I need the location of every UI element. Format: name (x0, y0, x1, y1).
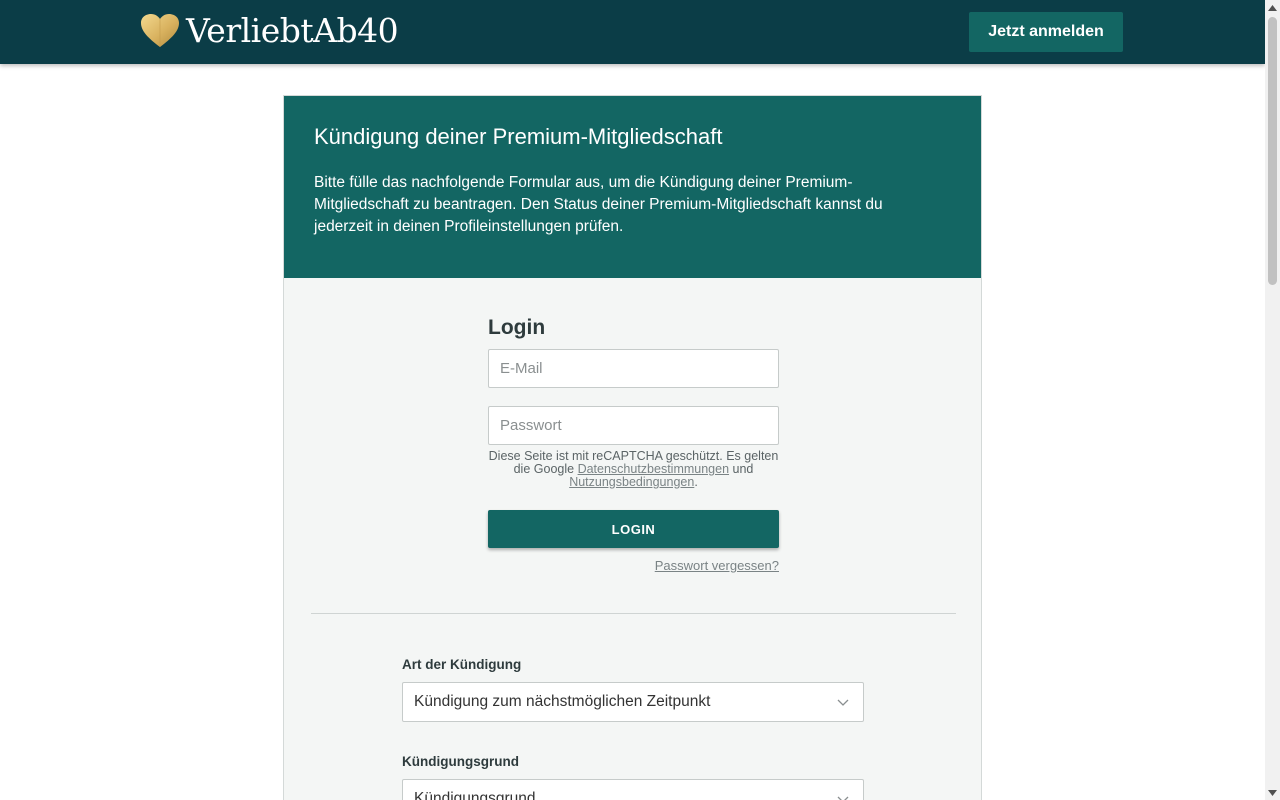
vertical-scrollbar[interactable] (1265, 0, 1280, 800)
email-field[interactable] (488, 349, 779, 388)
cancellation-form: Art der Kündigung Kündigung zum nächstmö… (402, 656, 864, 800)
scrollbar-thumb[interactable] (1268, 17, 1277, 285)
recaptcha-and-text: und (732, 462, 754, 476)
card-header: Kündigung deiner Premium-Mitgliedschaft … (284, 96, 981, 278)
arrow-down-icon[interactable] (1265, 785, 1280, 800)
recaptcha-suffix: . (694, 475, 698, 489)
cancellation-reason-label: Kündigungsgrund (402, 754, 519, 769)
cancellation-type-group: Art der Kündigung Kündigung zum nächstmö… (402, 656, 864, 722)
top-navigation-bar: VerliebtAb40 Jetzt anmelden (0, 0, 1265, 64)
page-description: Bitte fülle das nachfolgende Formular au… (314, 174, 883, 235)
logo-text: VerliebtAb40 (186, 11, 399, 50)
cancellation-reason-group: Kündigungsgrund Kündigungsgrund (402, 753, 864, 800)
cancellation-card: Kündigung deiner Premium-Mitgliedschaft … (283, 95, 982, 800)
arrow-up-icon[interactable] (1265, 0, 1280, 15)
chevron-down-icon (837, 796, 849, 800)
recaptcha-notice: Diese Seite ist mit reCAPTCHA geschützt.… (488, 450, 779, 489)
cancellation-type-label: Art der Kündigung (402, 657, 522, 672)
terms-link[interactable]: Nutzungsbedingungen (569, 475, 694, 489)
signup-button[interactable]: Jetzt anmelden (969, 12, 1123, 52)
page-title: Kündigung deiner Premium-Mitgliedschaft (314, 124, 723, 149)
privacy-link[interactable]: Datenschutzbestimmungen (578, 462, 729, 476)
site-logo[interactable]: VerliebtAb40 (140, 11, 399, 50)
login-title: Login (488, 316, 546, 339)
cancellation-reason-select[interactable]: Kündigungsgrund (402, 779, 864, 800)
cancellation-type-select[interactable]: Kündigung zum nächstmöglichen Zeitpunkt (402, 682, 864, 722)
login-button[interactable]: LOGIN (488, 510, 779, 548)
password-field[interactable] (488, 406, 779, 445)
chevron-down-icon (837, 699, 849, 706)
login-section: Login Diese Seite ist mit reCAPTCHA gesc… (488, 316, 779, 573)
cancellation-reason-value: Kündigungsgrund (414, 790, 536, 800)
heart-icon (141, 14, 179, 47)
cancellation-type-value: Kündigung zum nächstmöglichen Zeitpunkt (414, 693, 711, 710)
forgot-password-link[interactable]: Passwort vergessen? (488, 558, 779, 573)
section-divider (311, 613, 956, 614)
